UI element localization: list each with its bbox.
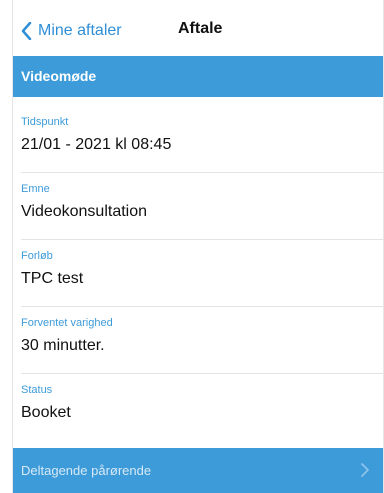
back-button[interactable]: Mine aftaler — [21, 18, 122, 44]
field-value: 30 minutter. — [21, 337, 105, 354]
field-label: Forventet varighed — [21, 317, 113, 329]
field-emne: Emne Videokonsultation — [13, 173, 383, 240]
page-title: Aftale — [178, 20, 223, 37]
deltagende-paaroerende-row[interactable]: Deltagende pårørende — [13, 448, 383, 493]
appointment-details-list: Tidspunkt 21/01 - 2021 kl 08:45 Emne Vid… — [13, 106, 383, 441]
field-value: TPC test — [21, 270, 84, 287]
field-tidspunkt: Tidspunkt 21/01 - 2021 kl 08:45 — [13, 106, 383, 173]
field-value: Booket — [21, 404, 71, 421]
field-value: Videokonsultation — [21, 203, 148, 220]
chevron-left-icon — [21, 22, 32, 40]
field-label: Tidspunkt — [21, 116, 69, 128]
field-status: Status Booket — [13, 374, 383, 441]
navigation-bar: Mine aftaler Aftale — [13, 0, 383, 56]
field-forventet-varighed: Forventet varighed 30 minutter. — [13, 307, 383, 374]
row-label: Deltagende pårørende — [21, 463, 152, 478]
field-label: Status — [21, 384, 53, 396]
field-forloeb: Forløb TPC test — [13, 240, 383, 307]
appointment-screen: Mine aftaler Aftale Videomøde Tidspunkt … — [12, 0, 384, 493]
field-label: Emne — [21, 183, 50, 195]
back-button-label: Mine aftaler — [38, 22, 122, 39]
chevron-right-icon — [361, 463, 369, 477]
section-header: Videomøde — [13, 56, 383, 97]
field-label: Forløb — [21, 250, 53, 262]
field-value: 21/01 - 2021 kl 08:45 — [21, 136, 172, 153]
